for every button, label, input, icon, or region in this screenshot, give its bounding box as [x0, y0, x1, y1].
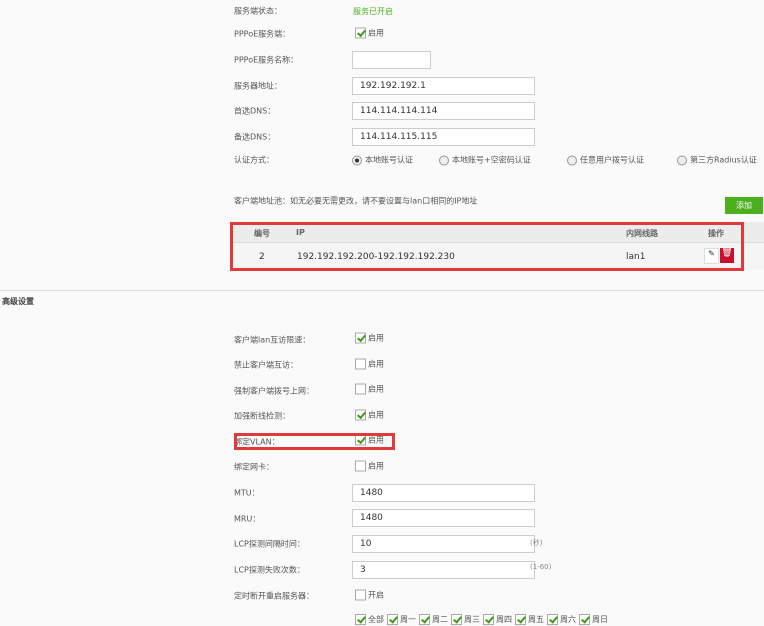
lcp-fail-input[interactable]: 3: [352, 561, 535, 579]
auth-radio-radius[interactable]: 第三方Radius认证: [677, 155, 757, 166]
dns2-label: 备选DNS：: [234, 132, 276, 142]
auth-label: 认证方式：: [234, 155, 274, 165]
checkbox-icon: [355, 332, 366, 344]
checkbox-label: 启用: [368, 461, 384, 471]
add-button[interactable]: 添加: [725, 197, 763, 214]
mtu-input[interactable]: 1480: [352, 484, 535, 502]
radio-icon: [677, 155, 687, 165]
radio-icon: [352, 155, 362, 165]
day-thu-checkbox[interactable]: 周四: [483, 614, 512, 625]
checkbox-label: 启用: [368, 384, 384, 394]
day-sat-checkbox[interactable]: 周六: [547, 614, 576, 625]
checkbox-label: 周二: [432, 615, 448, 624]
checkbox-icon: [355, 358, 366, 370]
name-label: PPPoE服务名称：: [234, 55, 299, 65]
bind-nic-checkbox[interactable]: 启用: [355, 460, 384, 472]
checkbox-icon: [355, 409, 366, 421]
lcp-fail-label: LCP探测失败次数：: [234, 565, 305, 575]
pppoe-enable-checkbox[interactable]: 启用: [355, 27, 384, 39]
checkbox-label: 启用: [368, 333, 384, 343]
checkbox-label: 周三: [464, 615, 480, 624]
advanced-title: 高级设置: [2, 297, 34, 306]
radio-label: 第三方Radius认证: [690, 155, 757, 165]
addr-label: 服务器地址：: [234, 81, 282, 91]
scheduled-restart-checkbox[interactable]: 开启: [355, 589, 384, 601]
lcp-interval-unit: (秒): [530, 539, 543, 547]
force-dial-checkbox[interactable]: 启用: [355, 383, 384, 395]
checkbox-icon: [419, 614, 430, 625]
radio-label: 任意用户拨号认证: [580, 155, 644, 165]
divider: [0, 290, 764, 291]
checkbox-label: 周日: [592, 615, 608, 624]
adv-label-2: 强制客户端拨号上网：: [234, 386, 314, 396]
dns1-label: 首选DNS：: [234, 106, 276, 116]
status-label: 服务端状态：: [234, 6, 282, 16]
checkbox-label: 启用: [368, 359, 384, 369]
checkbox-icon: [355, 460, 366, 472]
block-client-access-checkbox[interactable]: 启用: [355, 358, 384, 370]
radio-label: 本地账号认证: [365, 155, 413, 165]
adv-label-1: 禁止客户端互访：: [234, 360, 298, 370]
lcp-interval-input[interactable]: 10: [352, 535, 535, 553]
primary-dns-input[interactable]: 114.114.114.114: [352, 102, 535, 120]
adv-label-0: 客户端lan互访限速：: [234, 335, 311, 345]
checkbox-icon: [579, 614, 590, 625]
checkbox-icon: [451, 614, 462, 625]
day-mon-checkbox[interactable]: 周一: [387, 614, 416, 625]
mru-label: MRU：: [234, 514, 261, 524]
checkbox-label: 周六: [560, 615, 576, 624]
pppoe-label: PPPoE服务端：: [234, 29, 291, 39]
checkbox-label: 周四: [496, 615, 512, 624]
checkbox-label: 开启: [368, 590, 384, 600]
day-wed-checkbox[interactable]: 周三: [451, 614, 480, 625]
auth-radio-local-empty[interactable]: 本地账号+空密码认证: [439, 155, 531, 166]
checkbox-label: 周一: [400, 615, 416, 624]
restart-label: 定时断开重启服务器：: [234, 591, 314, 601]
mru-input[interactable]: 1480: [352, 509, 535, 527]
radio-icon: [567, 155, 577, 165]
highlight-box-vlan: [234, 433, 395, 450]
checkbox-label: 周五: [528, 615, 544, 624]
adv-label-3: 加强断线检测：: [234, 411, 290, 421]
auth-radio-local[interactable]: 本地账号认证: [352, 155, 413, 166]
status-value: 服务已开启: [353, 7, 393, 16]
checkbox-icon: [355, 27, 366, 39]
server-address-input[interactable]: 192.192.192.1: [352, 77, 535, 95]
lcp-fail-range: (1-60): [530, 563, 552, 571]
auth-radio-any[interactable]: 任意用户拨号认证: [567, 155, 644, 166]
checkbox-icon: [387, 614, 398, 625]
checkbox-icon: [355, 589, 366, 601]
lcp-interval-label: LCP探测间隔时间：: [234, 539, 305, 549]
enhanced-detect-checkbox[interactable]: 启用: [355, 409, 384, 421]
day-sun-checkbox[interactable]: 周日: [579, 614, 608, 625]
day-checkboxes: 全部 周一 周二 周三 周四 周五 周六 周日: [355, 614, 608, 625]
checkbox-icon: [515, 614, 526, 625]
checkbox-icon: [355, 614, 366, 625]
secondary-dns-input[interactable]: 114.114.115.115: [352, 128, 535, 146]
adv-label-5: 绑定网卡：: [234, 462, 274, 472]
radio-label: 本地账号+空密码认证: [452, 155, 531, 165]
pool-note: 客户端地址池：如无必要无需更改，请不要设置与lan口相同的IP地址: [234, 196, 478, 206]
checkbox-icon: [483, 614, 494, 625]
radio-icon: [439, 155, 449, 165]
checkbox-label: 启用: [368, 410, 384, 420]
lan-speed-limit-checkbox[interactable]: 启用: [355, 332, 384, 344]
service-name-input[interactable]: [352, 51, 431, 69]
checkbox-label: 启用: [368, 28, 384, 38]
day-all-checkbox[interactable]: 全部: [355, 614, 384, 625]
day-fri-checkbox[interactable]: 周五: [515, 614, 544, 625]
checkbox-icon: [547, 614, 558, 625]
day-tue-checkbox[interactable]: 周二: [419, 614, 448, 625]
checkbox-label: 全部: [368, 615, 384, 624]
highlight-box-table: [230, 222, 744, 271]
mtu-label: MTU：: [234, 488, 260, 498]
checkbox-icon: [355, 383, 366, 395]
